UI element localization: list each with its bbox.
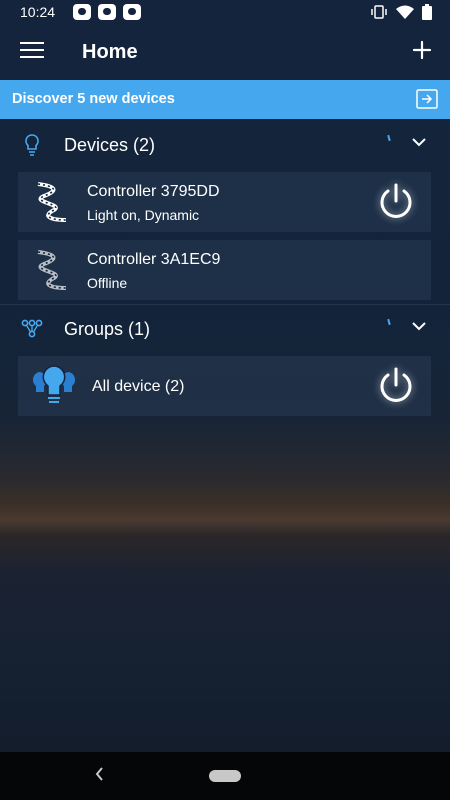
lightbulb-outline-icon xyxy=(25,134,39,156)
menu-icon[interactable] xyxy=(20,42,44,60)
app-bar: Home xyxy=(0,24,450,80)
discover-devices-banner[interactable]: Discover 5 new devices xyxy=(0,80,450,119)
tick-mark xyxy=(387,318,391,326)
discover-devices-text: Discover 5 new devices xyxy=(12,91,175,107)
device-name: Controller 3795DD xyxy=(87,183,220,200)
chat-notification-icon xyxy=(73,4,91,20)
add-icon[interactable] xyxy=(410,38,434,62)
power-button[interactable] xyxy=(376,366,416,406)
vibrate-icon xyxy=(371,5,387,19)
chevron-down-icon[interactable] xyxy=(412,137,426,147)
groups-section-title: Groups (1) xyxy=(64,319,151,339)
device-card[interactable]: Controller 3A1EC9 Offline xyxy=(18,240,431,300)
battery-icon xyxy=(422,4,432,20)
chat-notification-icon xyxy=(123,4,141,20)
group-nodes-icon xyxy=(21,319,43,338)
status-time: 10:24 xyxy=(20,4,56,20)
arrow-right-box-icon[interactable] xyxy=(416,89,438,109)
bulb-group-icon xyxy=(32,365,76,403)
page-title: Home xyxy=(82,41,138,63)
group-card[interactable]: All device (2) xyxy=(18,356,431,416)
group-name: All device (2) xyxy=(92,378,185,395)
wifi-icon xyxy=(396,5,414,19)
groups-section-header[interactable]: Groups (1) xyxy=(0,304,450,354)
device-name: Controller 3A1EC9 xyxy=(87,251,221,268)
chevron-down-icon[interactable] xyxy=(412,321,426,331)
led-strip-icon xyxy=(37,182,67,222)
status-bar: 10:24 xyxy=(0,0,450,24)
led-strip-icon xyxy=(37,250,67,290)
back-icon[interactable] xyxy=(94,766,104,782)
chat-notification-icon xyxy=(98,4,116,20)
device-status: Light on, Dynamic xyxy=(87,207,200,223)
tick-mark xyxy=(387,134,391,142)
devices-section-title: Devices (2) xyxy=(64,135,156,155)
status-icons xyxy=(370,4,432,20)
home-pill-button[interactable] xyxy=(209,770,241,782)
power-button[interactable] xyxy=(376,182,416,222)
device-status: Offline xyxy=(87,275,128,291)
devices-section-header[interactable]: Devices (2) xyxy=(0,120,450,170)
device-card[interactable]: Controller 3795DD Light on, Dynamic xyxy=(18,172,431,232)
navigation-bar xyxy=(0,752,450,800)
